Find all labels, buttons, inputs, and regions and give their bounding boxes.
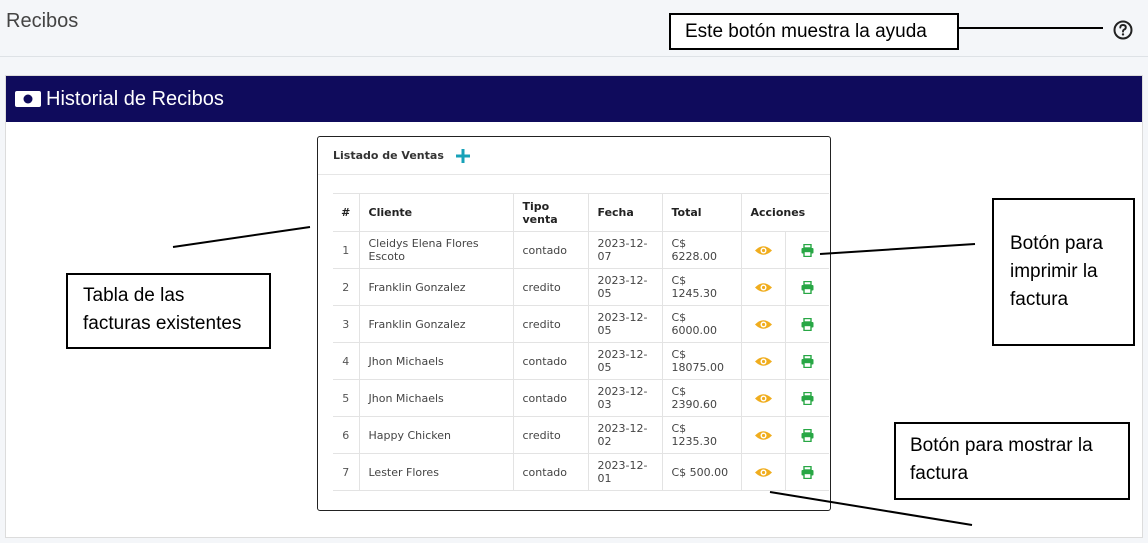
show-annotation: Botón para mostrar la factura — [894, 422, 1130, 500]
table-annotation: Tabla de las facturas existentes — [66, 273, 271, 349]
help-annotation: Este botón muestra la ayuda — [669, 13, 959, 50]
print-annotation: Botón para imprimir la factura — [992, 198, 1135, 346]
